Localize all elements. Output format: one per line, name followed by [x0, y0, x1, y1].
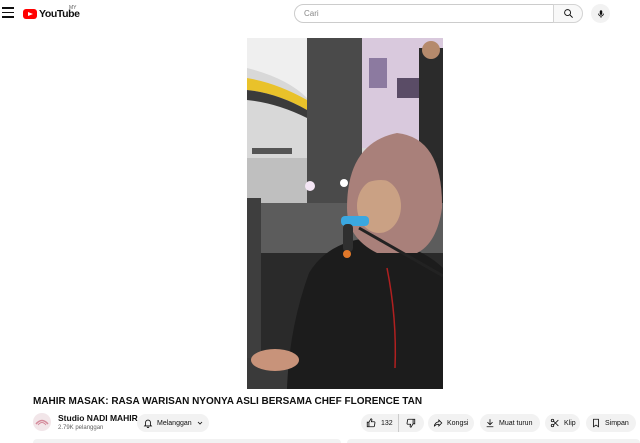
masthead: YouTube MY Cari [0, 0, 640, 28]
save-button[interactable]: Simpan [586, 414, 636, 432]
search-button[interactable] [553, 4, 583, 23]
save-label: Simpan [605, 419, 629, 427]
scissors-icon [550, 418, 559, 428]
subscribe-label: Melanggan [157, 419, 192, 427]
recommendation-edge[interactable] [347, 439, 640, 443]
bookmark-icon [593, 418, 599, 428]
subscribe-button[interactable]: Melanggan [137, 414, 209, 432]
clip-button[interactable]: Klip [545, 414, 580, 432]
search-input[interactable]: Cari [294, 4, 554, 23]
share-label: Kongsi [447, 419, 469, 427]
youtube-logo-icon [23, 9, 37, 19]
download-icon [486, 419, 494, 428]
mic-icon [597, 9, 604, 18]
thumbs-down-icon [406, 418, 416, 428]
video-player[interactable] [247, 38, 443, 389]
clip-label: Klip [564, 419, 576, 427]
channel-logo-icon [35, 419, 49, 426]
chevron-down-icon [197, 421, 202, 425]
subscriber-count: 2.79K pelanggan [58, 425, 104, 431]
menu-icon[interactable] [2, 7, 14, 19]
like-dislike-group: 132 [361, 414, 424, 432]
dislike-button[interactable] [399, 414, 423, 432]
share-icon [433, 419, 443, 427]
channel-avatar[interactable] [33, 413, 51, 431]
share-button[interactable]: Kongsi [428, 414, 474, 432]
like-count: 132 [381, 419, 393, 427]
channel-name[interactable]: Studio NADI MAHIR [58, 413, 138, 423]
search-icon [563, 9, 573, 18]
video-frame [247, 38, 443, 389]
country-code: MY [69, 5, 77, 11]
thumbs-up-icon [366, 418, 376, 428]
video-title: MAHIR MASAK: RASA WARISAN NYONYA ASLI BE… [33, 396, 423, 407]
description-box-edge[interactable] [33, 439, 341, 443]
bell-icon [143, 419, 153, 428]
download-label: Muat turun [499, 419, 533, 427]
download-button[interactable]: Muat turun [480, 414, 540, 432]
like-button[interactable]: 132 [361, 414, 399, 432]
voice-search-button[interactable] [591, 4, 610, 23]
